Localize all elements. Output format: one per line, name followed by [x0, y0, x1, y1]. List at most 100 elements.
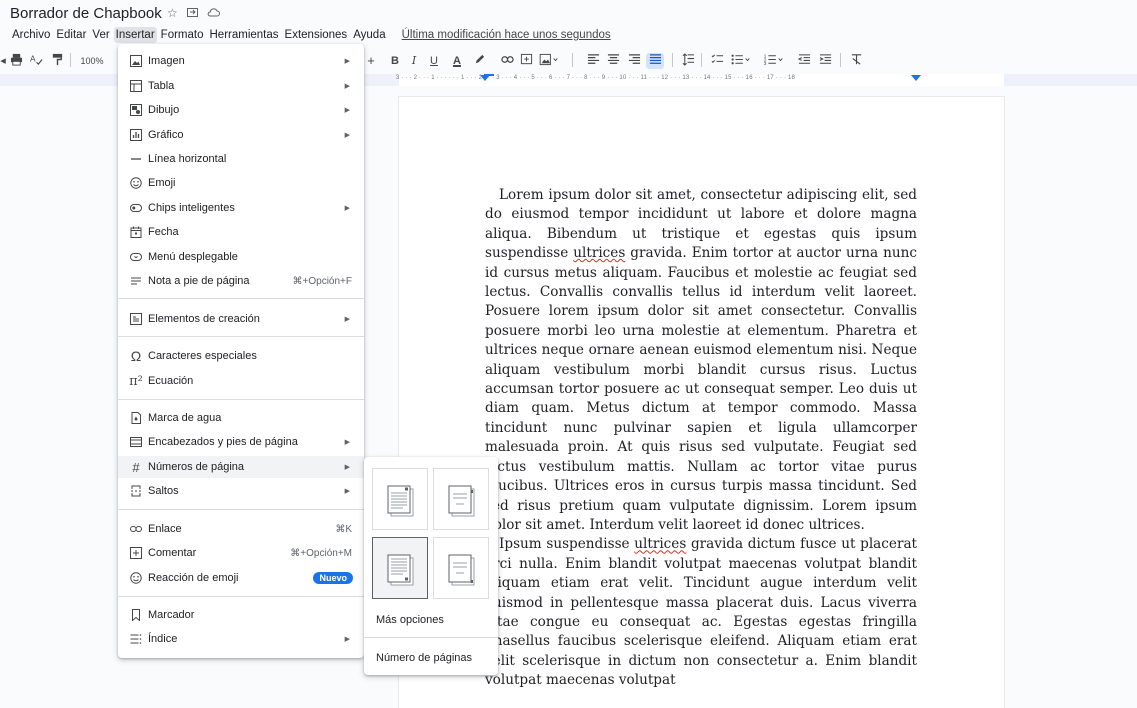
menu-item-date[interactable]: Fecha [118, 221, 364, 243]
menu-archivo[interactable]: Archivo [10, 27, 52, 43]
submenu-arrow-icon: ▶ [344, 488, 350, 495]
menu-item-building-blocks[interactable]: Elementos de creación ▶ [118, 308, 364, 330]
menu-item-smart-chips[interactable]: Chips inteligentes ▶ [118, 197, 364, 219]
spellcheck-icon[interactable]: A [29, 53, 43, 69]
submenu-arrow-icon: ▶ [344, 439, 350, 446]
submenu-arrow-icon: ▶ [344, 636, 350, 643]
paint-format-icon[interactable] [50, 53, 64, 69]
increase-indent-icon[interactable] [818, 53, 832, 69]
page-number-bottom-right-all-pages[interactable] [372, 537, 428, 599]
calendar-icon [129, 225, 143, 239]
page-number-bottom-right-skip-first[interactable] [433, 537, 489, 599]
last-modified-link[interactable]: Última modificación hace unos segundos [402, 29, 611, 41]
toolbar-divider [70, 53, 71, 67]
page-number-top-right-all-pages[interactable] [372, 468, 428, 530]
comment-add-icon[interactable] [519, 53, 533, 69]
spellcheck-flag[interactable]: ultrices [634, 536, 686, 552]
menu-ver[interactable]: Ver [90, 27, 111, 43]
submenu-separator [364, 637, 498, 638]
zoom-select[interactable]: 100% [79, 53, 105, 69]
menu-item-horizontal-line[interactable]: Línea horizontal [118, 148, 364, 170]
align-right-icon[interactable] [627, 53, 641, 69]
clear-formatting-icon[interactable] [849, 53, 863, 69]
pi-icon: π² [129, 373, 143, 389]
menu-item-chart[interactable]: Gráfico ▶ [118, 124, 364, 146]
svg-text:3: 3 [764, 61, 767, 66]
menu-item-link[interactable]: Enlace ⌘K [118, 518, 364, 540]
font-size-increase-button[interactable]: + [366, 53, 376, 69]
checklist-icon[interactable] [710, 53, 724, 69]
insert-image-icon[interactable] [538, 53, 560, 69]
link-icon[interactable] [500, 53, 514, 69]
svg-text:A: A [30, 53, 36, 63]
table-icon [129, 79, 143, 93]
menu-separator [118, 336, 364, 337]
folder-move-icon[interactable] [186, 6, 198, 20]
page-number-top-right-skip-first[interactable] [433, 468, 489, 530]
spellcheck-flag[interactable]: ultrices [573, 245, 625, 261]
toolbar-divider [701, 53, 702, 67]
menu-item-emoji[interactable]: Emoji [118, 172, 364, 194]
menu-item-page-numbers[interactable]: # Números de página ▶ [118, 456, 364, 478]
ruler-labels: 3 · · · 2 · · · 1 · · · · · · 1 · · · 2 … [396, 75, 796, 81]
menu-item-breaks[interactable]: Saltos ▶ [118, 480, 364, 502]
menu-ayuda[interactable]: Ayuda [351, 27, 387, 43]
left-indent-marker[interactable] [480, 75, 490, 81]
menu-separator [118, 399, 364, 400]
menu-formato[interactable]: Formato [159, 27, 206, 43]
page-count-item[interactable]: Número de páginas [376, 652, 472, 664]
right-indent-marker[interactable] [911, 75, 921, 81]
menu-extensiones[interactable]: Extensiones [283, 27, 350, 43]
menu-item-dropdown[interactable]: Menú desplegable [118, 246, 364, 268]
menu-herramientas[interactable]: Herramientas [208, 27, 281, 43]
numbered-list-icon[interactable]: 123 [763, 53, 785, 69]
italic-button[interactable]: I [408, 53, 420, 69]
menu-item-comment[interactable]: Comentar ⌘+Opción+M [118, 542, 364, 564]
emoji-reaction-icon [129, 571, 143, 585]
page-number-top-right-skip-icon [448, 485, 475, 517]
bookmark-icon [129, 608, 143, 622]
text-color-button[interactable]: A [450, 53, 464, 69]
star-icon[interactable]: ☆ [167, 6, 178, 20]
bulleted-list-icon[interactable] [730, 53, 752, 69]
menu-item-headers-footers[interactable]: Encabezados y pies de página ▶ [118, 431, 364, 453]
cloud-status-icon[interactable] [207, 6, 220, 20]
menu-insertar[interactable]: Insertar [113, 27, 157, 43]
page-number-top-right-icon [387, 485, 414, 517]
menu-editar[interactable]: Editar [54, 27, 88, 43]
menu-item-equation[interactable]: π² Ecuación [118, 370, 364, 392]
menu-item-emoji-reaction[interactable]: Reacción de emoji Nuevo [118, 567, 364, 589]
align-justify-icon[interactable] [646, 53, 664, 69]
link-shortcut: ⌘K [335, 523, 352, 535]
insert-menu: Imagen ▶ Tabla ▶ Dibujo ▶ Gráfico ▶ Líne… [118, 44, 364, 658]
image-icon [129, 54, 143, 68]
menu-item-image[interactable]: Imagen ▶ [118, 50, 364, 72]
menu-item-table[interactable]: Tabla ▶ [118, 75, 364, 97]
document-body[interactable]: Lorem ipsum dolor sit amet, consectetur … [485, 186, 917, 691]
paragraph-1[interactable]: Lorem ipsum dolor sit amet, consectetur … [485, 186, 917, 535]
document-title[interactable]: Borrador de Chapbook [10, 5, 162, 22]
paragraph-2[interactable]: Ipsum suspendisse ultrices gravida dictu… [485, 535, 917, 690]
page-numbers-submenu: Más opciones Número de páginas [364, 457, 498, 675]
menu-separator [118, 509, 364, 510]
line-spacing-icon[interactable] [681, 53, 695, 69]
more-options-item[interactable]: Más opciones [376, 614, 444, 626]
menu-item-bookmark[interactable]: Marcador [118, 604, 364, 626]
link-icon [129, 522, 143, 536]
underline-button[interactable]: U [428, 53, 440, 69]
menu-item-watermark[interactable]: Marca de agua [118, 407, 364, 429]
footnote-icon [129, 274, 143, 288]
undo-icon[interactable]: ◂ [0, 53, 6, 69]
bold-button[interactable]: B [389, 53, 401, 69]
highlight-icon[interactable] [472, 53, 486, 69]
menu-item-drawing[interactable]: Dibujo ▶ [118, 99, 364, 121]
decrease-indent-icon[interactable] [797, 53, 811, 69]
menu-item-special-characters[interactable]: Ω Caracteres especiales [118, 345, 364, 367]
align-left-icon[interactable] [586, 53, 600, 69]
align-center-icon[interactable] [606, 53, 620, 69]
menu-item-footnote[interactable]: Nota a pie de página ⌘+Opción+F [118, 270, 364, 292]
page-number-bottom-right-icon [387, 554, 414, 586]
menu-item-table-of-contents[interactable]: Índice ▶ [118, 628, 364, 650]
page-number-bottom-right-skip-icon [448, 554, 475, 586]
print-icon[interactable] [9, 53, 23, 69]
